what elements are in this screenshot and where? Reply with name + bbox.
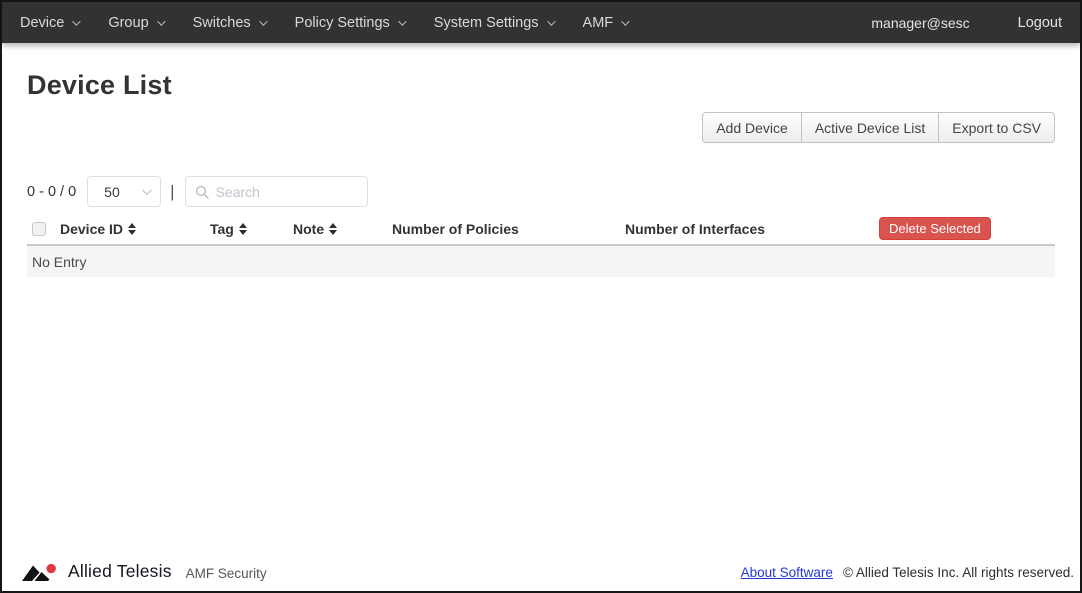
column-header-device-id[interactable]: Device ID: [60, 221, 210, 237]
search-icon: [195, 185, 209, 199]
column-label: Number of Interfaces: [625, 221, 765, 237]
copyright-text: © Allied Telesis Inc. All rights reserve…: [843, 565, 1074, 580]
chevron-down-icon: [259, 17, 267, 25]
pagination-range: 0 - 0 / 0: [27, 184, 76, 200]
brand-name: Allied Telesis: [68, 563, 172, 583]
column-label: Number of Policies: [392, 221, 519, 237]
logout-button[interactable]: Logout: [1018, 15, 1062, 31]
column-header-tag[interactable]: Tag: [210, 221, 293, 237]
main-content: Device List Add Device Active Device Lis…: [2, 70, 1080, 277]
search-box: [185, 176, 368, 207]
add-device-button[interactable]: Add Device: [702, 112, 802, 143]
nav-item-label: Policy Settings: [295, 15, 390, 31]
active-device-list-button[interactable]: Active Device List: [801, 112, 939, 143]
product-name: AMF Security: [186, 566, 267, 583]
logged-in-user: manager@sesc: [871, 15, 969, 31]
select-all-cell: [27, 222, 60, 236]
sort-icon[interactable]: [128, 223, 136, 235]
empty-text: No Entry: [32, 254, 86, 270]
nav-item-label: AMF: [583, 15, 614, 31]
page-size-select[interactable]: 50: [87, 176, 161, 207]
nav-item-system-settings[interactable]: System Settings: [434, 15, 553, 31]
empty-table-row: No Entry: [27, 246, 1055, 277]
nav-item-label: System Settings: [434, 15, 539, 31]
chevron-down-icon: [72, 17, 80, 25]
search-input[interactable]: [216, 184, 358, 200]
chevron-down-icon: [398, 17, 406, 25]
sort-icon[interactable]: [329, 223, 337, 235]
chevron-down-icon: [142, 185, 152, 195]
nav-item-label: Device: [20, 15, 64, 31]
nav-item-policy-settings[interactable]: Policy Settings: [295, 15, 404, 31]
nav-item-label: Group: [108, 15, 148, 31]
column-header-note[interactable]: Note: [293, 221, 392, 237]
select-all-checkbox[interactable]: [32, 222, 46, 236]
top-navbar: Device Group Switches Policy Settings Sy…: [2, 2, 1080, 43]
column-header-number-of-interfaces: Number of Interfaces: [625, 221, 879, 237]
column-header-number-of-policies: Number of Policies: [392, 221, 625, 237]
nav-item-device[interactable]: Device: [20, 15, 78, 31]
chevron-down-icon: [157, 17, 165, 25]
page-footer: Allied Telesis AMF Security About Softwa…: [2, 556, 1080, 588]
table-header-row: Device ID Tag Note Number of Policies Nu…: [27, 213, 1055, 246]
about-software-link[interactable]: About Software: [741, 565, 833, 580]
allied-telesis-logo-icon: [22, 562, 59, 583]
nav-item-switches[interactable]: Switches: [193, 15, 265, 31]
export-to-csv-button[interactable]: Export to CSV: [938, 112, 1055, 143]
sort-icon[interactable]: [239, 223, 247, 235]
column-label: Tag: [210, 221, 234, 237]
nav-item-amf[interactable]: AMF: [583, 15, 628, 31]
page-title: Device List: [27, 70, 1055, 101]
nav-item-label: Switches: [193, 15, 251, 31]
chevron-down-icon: [621, 17, 629, 25]
table-actions-cell: Delete Selected: [879, 217, 1055, 240]
device-list-page: { "navbar": { "items": [ { "label": "Dev…: [0, 0, 1082, 593]
nav-item-group[interactable]: Group: [108, 15, 162, 31]
toolbar: Add Device Active Device List Export to …: [27, 112, 1055, 143]
column-label: Device ID: [60, 221, 123, 237]
controls-divider: |: [170, 182, 174, 202]
list-controls: 0 - 0 / 0 50 |: [27, 176, 1055, 207]
delete-selected-button[interactable]: Delete Selected: [879, 217, 991, 240]
page-size-value: 50: [104, 184, 120, 200]
toolbar-button-group: Add Device Active Device List Export to …: [702, 112, 1055, 143]
column-label: Note: [293, 221, 324, 237]
brand-area: Allied Telesis AMF Security: [22, 562, 267, 583]
chevron-down-icon: [547, 17, 555, 25]
